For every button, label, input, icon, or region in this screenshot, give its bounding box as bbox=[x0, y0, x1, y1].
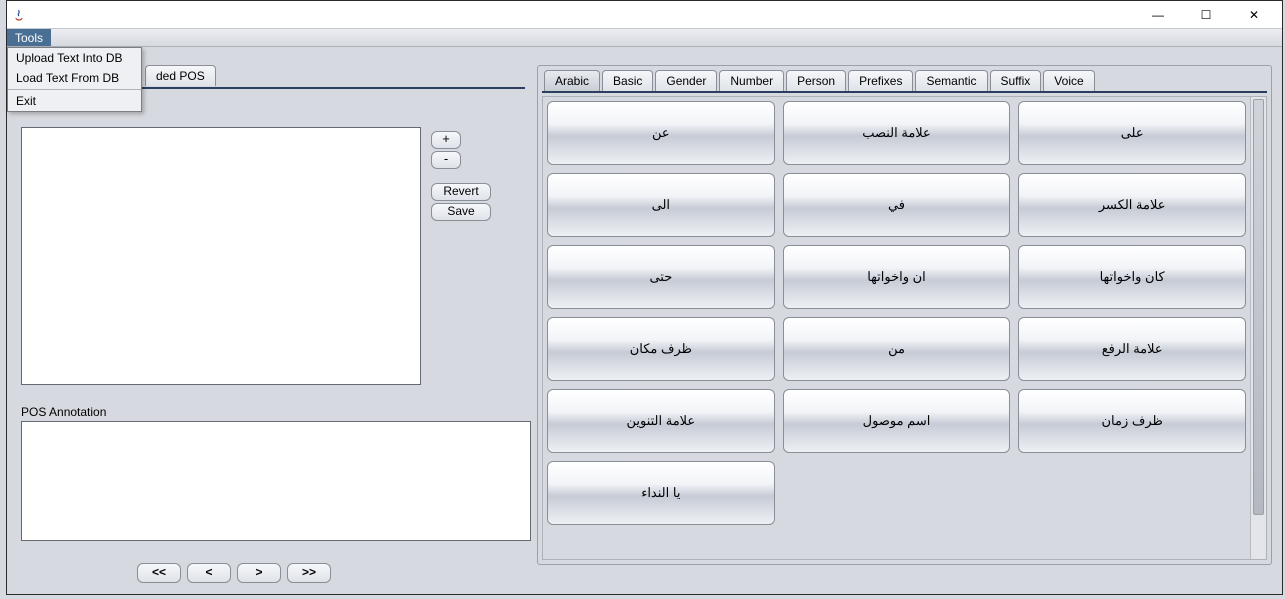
tab-person[interactable]: Person bbox=[786, 70, 846, 91]
menubar: Tools bbox=[7, 29, 1282, 47]
revert-button[interactable]: Revert bbox=[431, 183, 491, 201]
pos-button-0[interactable]: عن bbox=[547, 101, 775, 165]
nav-first-button[interactable]: << bbox=[137, 563, 181, 583]
right-body: عنعلامة النصبعلى الىفيعلامة الكسر حتىان وا… bbox=[542, 96, 1267, 560]
java-app-icon bbox=[11, 7, 27, 23]
nav-last-button[interactable]: >> bbox=[287, 563, 331, 583]
right-tabs: ArabicBasicGenderNumberPersonPrefixesSem… bbox=[538, 66, 1271, 91]
pos-button-1[interactable]: علامة النصب bbox=[783, 101, 1011, 165]
tools-load-text[interactable]: Load Text From DB bbox=[8, 68, 141, 88]
tab-basic[interactable]: Basic bbox=[602, 70, 653, 91]
tools-exit[interactable]: Exit bbox=[8, 91, 141, 111]
pos-button-11[interactable]: علامة الرفع bbox=[1018, 317, 1246, 381]
tab-semantic[interactable]: Semantic bbox=[915, 70, 987, 91]
tools-menu[interactable]: Tools bbox=[7, 29, 51, 46]
scrollbar-thumb[interactable] bbox=[1253, 99, 1264, 515]
main-text-area[interactable] bbox=[21, 127, 421, 385]
scrollbar[interactable] bbox=[1250, 97, 1266, 559]
right-panel: ArabicBasicGenderNumberPersonPrefixesSem… bbox=[537, 65, 1272, 565]
pos-button-15[interactable]: يا النداء bbox=[547, 461, 775, 525]
minimize-button[interactable]: — bbox=[1144, 8, 1172, 22]
pos-button-7[interactable]: ان واخواتها bbox=[783, 245, 1011, 309]
minus-button[interactable]: - bbox=[431, 151, 461, 169]
nav-next-button[interactable]: > bbox=[237, 563, 281, 583]
tab-suffix[interactable]: Suffix bbox=[990, 70, 1042, 91]
close-button[interactable]: ✕ bbox=[1240, 8, 1268, 22]
pos-button-4[interactable]: في bbox=[783, 173, 1011, 237]
pos-button-9[interactable]: ظرف مكان bbox=[547, 317, 775, 381]
tools-dropdown: Upload Text Into DB Load Text From DB Ex… bbox=[7, 47, 142, 112]
pos-button-5[interactable]: علامة الكسر bbox=[1018, 173, 1246, 237]
pos-button-6[interactable]: حتى bbox=[547, 245, 775, 309]
pos-button-13[interactable]: اسم موصول bbox=[783, 389, 1011, 453]
tab-partial-hidden[interactable]: ded POS bbox=[145, 65, 216, 86]
pos-annotation-area[interactable] bbox=[21, 421, 531, 541]
pos-button-12[interactable]: علامة التنوين bbox=[547, 389, 775, 453]
tools-upload-text[interactable]: Upload Text Into DB bbox=[8, 48, 141, 68]
nav-prev-button[interactable]: < bbox=[187, 563, 231, 583]
pos-button-14[interactable]: ظرف زمان bbox=[1018, 389, 1246, 453]
maximize-button[interactable]: ☐ bbox=[1192, 8, 1220, 22]
pos-button-grid: عنعلامة النصبعلى الىفيعلامة الكسر حتىان وا… bbox=[547, 101, 1246, 525]
pos-button-3[interactable]: الى bbox=[547, 173, 775, 237]
pos-annotation-label: POS Annotation bbox=[21, 405, 106, 419]
tab-gender[interactable]: Gender bbox=[655, 70, 717, 91]
tab-number[interactable]: Number bbox=[719, 70, 784, 91]
menu-separator bbox=[8, 89, 141, 90]
tab-voice[interactable]: Voice bbox=[1043, 70, 1094, 91]
pos-button-2[interactable]: على bbox=[1018, 101, 1246, 165]
pos-button-10[interactable]: من bbox=[783, 317, 1011, 381]
titlebar: — ☐ ✕ bbox=[7, 1, 1282, 29]
tab-arabic[interactable]: Arabic bbox=[544, 70, 600, 91]
pos-button-8[interactable]: كان واخواتها bbox=[1018, 245, 1246, 309]
right-tab-underline bbox=[542, 91, 1267, 93]
tab-prefixes[interactable]: Prefixes bbox=[848, 70, 913, 91]
save-button[interactable]: Save bbox=[431, 203, 491, 221]
plus-button[interactable]: + bbox=[431, 131, 461, 149]
